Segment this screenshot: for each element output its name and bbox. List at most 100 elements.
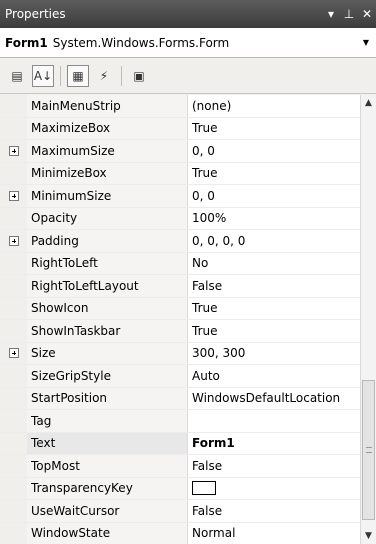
property-name[interactable]: Padding	[27, 230, 188, 252]
vertical-scrollbar[interactable]: ▲ ▼	[360, 95, 376, 544]
property-value[interactable]: 0, 0, 0, 0	[188, 230, 360, 252]
property-value[interactable]: 0, 0	[188, 140, 360, 162]
property-value[interactable]: False	[188, 455, 360, 477]
row-gutter	[0, 387, 27, 409]
dropdown-icon[interactable]: ▾	[322, 7, 340, 21]
alphabetical-icon[interactable]: A↓	[32, 64, 54, 87]
scrollbar-thumb[interactable]	[362, 380, 375, 520]
events-icon[interactable]: ⚡	[93, 65, 115, 87]
property-value[interactable]	[188, 478, 360, 500]
expand-plus-icon[interactable]	[8, 145, 19, 156]
property-value[interactable]	[188, 410, 360, 432]
property-row-showintaskbar[interactable]: ShowInTaskbar True	[0, 320, 360, 343]
property-value[interactable]: Auto	[188, 365, 360, 387]
property-row-maximumsize[interactable]: MaximumSize 0, 0	[0, 140, 360, 163]
property-name[interactable]: WindowState	[27, 522, 188, 544]
pin-icon[interactable]: ⊥	[340, 7, 358, 21]
property-name[interactable]: MainMenuStrip	[27, 95, 188, 117]
property-row-righttoleftlayout[interactable]: RightToLeftLayout False	[0, 275, 360, 298]
property-row-tag[interactable]: Tag	[0, 410, 360, 433]
row-gutter	[0, 95, 27, 117]
row-gutter	[0, 297, 27, 319]
property-name[interactable]: SizeGripStyle	[27, 365, 188, 387]
property-value[interactable]: 0, 0	[188, 185, 360, 207]
property-name[interactable]: Text	[27, 432, 188, 454]
property-row-transparencykey[interactable]: TransparencyKey	[0, 477, 360, 500]
property-name[interactable]: TopMost	[27, 455, 188, 477]
color-swatch[interactable]	[192, 481, 216, 496]
row-gutter	[0, 252, 27, 274]
row-gutter	[0, 455, 27, 477]
expand-plus-icon[interactable]	[8, 235, 19, 246]
scroll-down-icon[interactable]: ▼	[361, 528, 376, 544]
categorized-icon[interactable]: ▤	[6, 65, 28, 87]
property-row-showicon[interactable]: ShowIcon True	[0, 297, 360, 320]
property-row-maximizebox[interactable]: MaximizeBox True	[0, 117, 360, 140]
property-name[interactable]: StartPosition	[27, 387, 188, 409]
property-row-windowstate[interactable]: WindowState Normal	[0, 522, 360, 544]
property-row-topmost[interactable]: TopMost False	[0, 455, 360, 478]
property-row-usewaitcursor[interactable]: UseWaitCursor False	[0, 500, 360, 523]
scrollbar-grip	[366, 447, 372, 453]
properties-icon[interactable]: ▦	[67, 64, 89, 87]
row-gutter	[0, 432, 27, 454]
property-row-minimumsize[interactable]: MinimumSize 0, 0	[0, 185, 360, 208]
property-value[interactable]: Normal	[188, 523, 360, 544]
property-row-opacity[interactable]: Opacity 100%	[0, 207, 360, 230]
property-value[interactable]: True	[188, 163, 360, 185]
scroll-up-icon[interactable]: ▲	[361, 95, 376, 111]
property-row-startposition[interactable]: StartPosition WindowsDefaultLocation	[0, 387, 360, 410]
toolbar-separator	[60, 65, 61, 86]
toolbar-separator	[121, 65, 122, 86]
property-value[interactable]: True	[188, 298, 360, 320]
close-icon[interactable]: ✕	[358, 7, 376, 21]
expand-plus-icon[interactable]	[8, 190, 19, 201]
row-gutter	[0, 477, 27, 499]
property-name[interactable]: Tag	[27, 410, 188, 432]
row-gutter	[0, 522, 27, 544]
properties-toolbar: ▤ A↓ ▦ ⚡ ▣	[0, 58, 376, 94]
row-gutter	[0, 365, 27, 387]
property-row-text[interactable]: Text Form1	[0, 432, 360, 455]
property-name[interactable]: Size	[27, 342, 188, 364]
property-value[interactable]: No	[188, 253, 360, 275]
property-value[interactable]: True	[188, 320, 360, 342]
property-name[interactable]: ShowIcon	[27, 297, 188, 319]
property-pages-icon[interactable]: ▣	[128, 65, 150, 87]
property-value[interactable]: (none)	[188, 95, 360, 117]
property-value[interactable]: False	[188, 275, 360, 297]
property-grid: MainMenuStrip (none) MaximizeBox True Maximu…	[0, 95, 360, 544]
object-selector[interactable]: Form1 System.Windows.Forms.Form ▼	[0, 28, 376, 58]
property-name[interactable]: UseWaitCursor	[27, 500, 188, 522]
property-name[interactable]: MinimumSize	[27, 185, 188, 207]
property-row-mainmenustrip[interactable]: MainMenuStrip (none)	[0, 95, 360, 118]
property-name[interactable]: MinimizeBox	[27, 162, 188, 184]
window-title: Properties	[5, 7, 66, 21]
property-name[interactable]: RightToLeftLayout	[27, 275, 188, 297]
row-gutter	[0, 207, 27, 229]
row-gutter	[0, 275, 27, 297]
property-name[interactable]: TransparencyKey	[27, 477, 188, 499]
property-value[interactable]: 100%	[188, 208, 360, 230]
property-name[interactable]: Opacity	[27, 207, 188, 229]
row-gutter	[0, 230, 27, 252]
object-name: Form1	[5, 35, 48, 50]
property-value[interactable]: Form1	[188, 433, 360, 455]
property-row-righttoleft[interactable]: RightToLeft No	[0, 252, 360, 275]
chevron-down-icon[interactable]: ▼	[356, 38, 376, 47]
property-row-minimizebox[interactable]: MinimizeBox True	[0, 162, 360, 185]
property-row-size[interactable]: Size 300, 300	[0, 342, 360, 365]
property-value[interactable]: 300, 300	[188, 343, 360, 365]
expand-plus-icon[interactable]	[8, 348, 19, 359]
property-name[interactable]: RightToLeft	[27, 252, 188, 274]
property-value[interactable]: True	[188, 118, 360, 140]
property-name[interactable]: MaximumSize	[27, 140, 188, 162]
property-row-sizegripstyle[interactable]: SizeGripStyle Auto	[0, 365, 360, 388]
row-gutter	[0, 342, 27, 364]
property-name[interactable]: MaximizeBox	[27, 117, 188, 139]
property-value[interactable]: False	[188, 500, 360, 522]
property-name[interactable]: ShowInTaskbar	[27, 320, 188, 342]
row-gutter	[0, 500, 27, 522]
property-row-padding[interactable]: Padding 0, 0, 0, 0	[0, 230, 360, 253]
property-value[interactable]: WindowsDefaultLocation	[188, 388, 360, 410]
